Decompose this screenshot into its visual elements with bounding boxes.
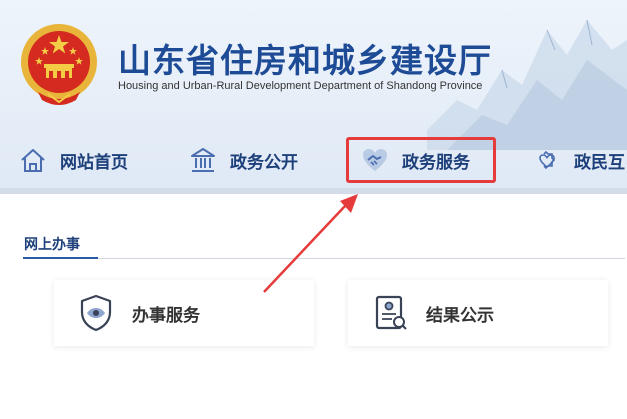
service-card-result-publicity[interactable]: 结果公示 xyxy=(348,280,608,346)
nav-item-gov-affairs-open[interactable]: 政务公开 xyxy=(188,142,298,178)
nav-item-home[interactable]: 网站首页 xyxy=(18,142,128,178)
service-card-handle-affairs-label: 办事服务 xyxy=(132,305,200,326)
section-divider xyxy=(98,258,625,259)
header-divider xyxy=(0,188,627,194)
document-search-icon xyxy=(375,295,407,330)
nav-item-home-label: 网站首页 xyxy=(60,152,128,173)
nav-item-citizen-interaction[interactable]: 政民互 xyxy=(532,142,625,178)
site-title: 山东省住房和城乡建设厅 xyxy=(118,41,492,80)
highlight-box xyxy=(346,137,496,183)
shield-eye-icon xyxy=(80,294,112,332)
government-building-icon xyxy=(191,148,215,172)
people-heart-icon xyxy=(539,150,556,170)
site-header: 山东省住房和城乡建设厅 Housing and Urban-Rural Deve… xyxy=(0,0,627,190)
section-title-underline xyxy=(23,257,98,259)
national-emblem-logo xyxy=(21,24,97,105)
nav-item-gov-affairs-open-label: 政务公开 xyxy=(230,152,298,173)
service-card-handle-affairs[interactable]: 办事服务 xyxy=(54,280,314,346)
service-card-result-publicity-label: 结果公示 xyxy=(426,305,494,326)
home-icon xyxy=(21,149,45,172)
nav-item-citizen-interaction-label: 政民互 xyxy=(574,152,625,173)
section-title: 网上办事 xyxy=(24,237,80,253)
site-subtitle: Housing and Urban-Rural Development Depa… xyxy=(118,80,483,92)
